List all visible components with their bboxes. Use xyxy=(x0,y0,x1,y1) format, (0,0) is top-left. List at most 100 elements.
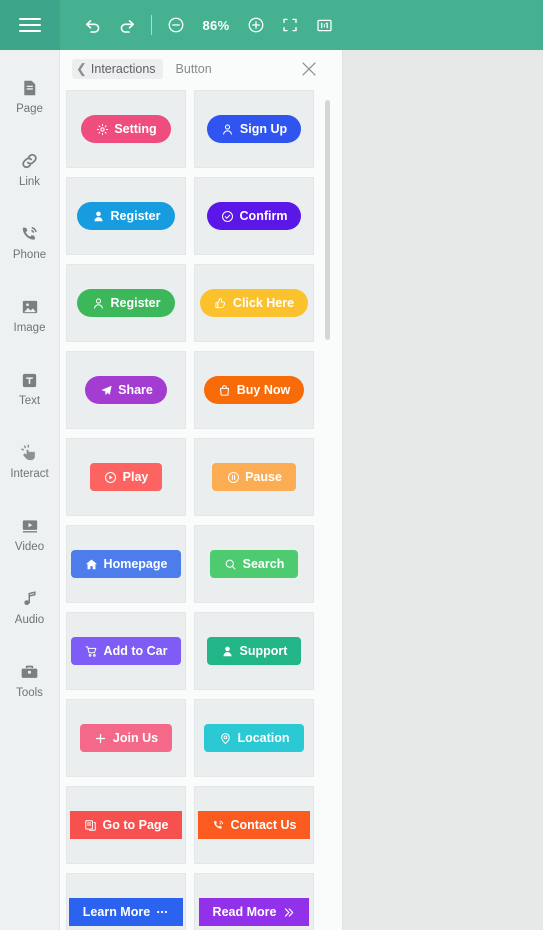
sidebar-item-link[interactable]: Link xyxy=(0,149,60,207)
button-preview-cell[interactable]: Confirm xyxy=(194,177,314,255)
left-sidebar: Page Link Phone Image Text Interact Vide… xyxy=(0,50,60,930)
button-preview-cell[interactable]: Homepage xyxy=(66,525,186,603)
demo-button-confirm[interactable]: Confirm xyxy=(206,202,302,230)
demo-button-click-here[interactable]: Click Here xyxy=(199,289,309,317)
button-preview-cell[interactable]: Join Us xyxy=(66,699,186,777)
demo-button-register[interactable]: Register xyxy=(77,289,175,317)
button-preview-cell[interactable]: Share xyxy=(66,351,186,429)
sidebar-item-video[interactable]: Video xyxy=(0,514,60,572)
link-icon xyxy=(19,149,40,173)
check-circle-icon xyxy=(221,209,235,223)
demo-button-setting[interactable]: Setting xyxy=(81,115,171,143)
button-preview-cell[interactable]: Sign Up xyxy=(194,90,314,168)
button-preview-cell[interactable]: Go to Page xyxy=(66,786,186,864)
undo-arrow-icon xyxy=(83,15,103,35)
user-outline-icon xyxy=(221,122,235,136)
user-outline-icon xyxy=(91,296,105,310)
sidebar-item-phone[interactable]: Phone xyxy=(0,222,60,280)
breadcrumb-back-label: Interactions xyxy=(90,62,156,76)
button-preview-cell[interactable]: Setting xyxy=(66,90,186,168)
button-preview-cell[interactable]: Play xyxy=(66,438,186,516)
demo-button-label: Location xyxy=(237,731,290,745)
demo-button-support[interactable]: Support xyxy=(206,637,302,665)
hamburger-menu-button[interactable] xyxy=(0,0,60,50)
copy-page-icon xyxy=(84,818,98,832)
demo-button-pause[interactable]: Pause xyxy=(212,463,296,491)
button-preview-cell[interactable]: Pause xyxy=(194,438,314,516)
sidebar-item-label: Tools xyxy=(16,687,43,699)
button-preview-cell[interactable]: Learn More xyxy=(66,873,186,930)
ellipsis-icon xyxy=(155,905,169,919)
demo-button-register[interactable]: Register xyxy=(77,202,175,230)
demo-button-label: Click Here xyxy=(232,296,295,310)
demo-button-sign-up[interactable]: Sign Up xyxy=(206,115,302,143)
demo-button-search[interactable]: Search xyxy=(209,550,299,578)
toolbar-actions: 86% xyxy=(60,0,341,50)
user-solid-icon xyxy=(91,209,105,223)
demo-button-homepage[interactable]: Homepage xyxy=(70,550,182,578)
sidebar-item-label: Phone xyxy=(12,249,47,261)
panel-header: ❮ Interactions Button xyxy=(60,50,342,88)
button-preview-cell[interactable]: Search xyxy=(194,525,314,603)
zoom-in-button[interactable] xyxy=(239,8,273,42)
demo-button-location[interactable]: Location xyxy=(204,724,304,752)
demo-button-label: Sign Up xyxy=(239,122,288,136)
button-preview-cell[interactable]: Location xyxy=(194,699,314,777)
demo-button-label: Play xyxy=(122,470,149,484)
demo-button-label: Share xyxy=(118,383,153,397)
toolbox-icon xyxy=(19,660,40,684)
map-pin-icon xyxy=(218,731,232,745)
zoom-out-button[interactable] xyxy=(159,8,193,42)
demo-button-label: Search xyxy=(242,557,285,571)
sidebar-item-page[interactable]: Page xyxy=(0,76,60,134)
demo-button-buy-now[interactable]: Buy Now xyxy=(203,376,305,404)
button-preview-cell[interactable]: Add to Car xyxy=(66,612,186,690)
hamburger-menu-icon xyxy=(19,14,41,36)
demo-button-label: Confirm xyxy=(239,209,288,223)
sidebar-item-label: Audio xyxy=(14,614,45,626)
sidebar-item-interact[interactable]: Interact xyxy=(0,441,60,499)
demo-button-label: Read More xyxy=(212,905,277,919)
demo-button-contact-us[interactable]: Contact Us xyxy=(197,811,311,839)
button-preview-cell[interactable]: Read More xyxy=(194,873,314,930)
editor-canvas[interactable] xyxy=(343,50,543,930)
demo-button-share[interactable]: Share xyxy=(85,376,167,404)
demo-button-label: Buy Now xyxy=(236,383,291,397)
sidebar-item-text[interactable]: Text xyxy=(0,368,60,426)
demo-button-label: Support xyxy=(239,644,288,658)
demo-button-label: Learn More xyxy=(82,905,151,919)
button-grid-scroll-area[interactable]: Setting Sign Up Register Confirm Register Cli… xyxy=(60,88,342,930)
actual-size-button[interactable] xyxy=(307,8,341,42)
redo-button[interactable] xyxy=(110,8,144,42)
sidebar-item-tools[interactable]: Tools xyxy=(0,660,60,718)
sidebar-item-label: Text xyxy=(18,395,41,407)
demo-button-join-us[interactable]: Join Us xyxy=(79,724,173,752)
breadcrumb-back-interactions[interactable]: ❮ Interactions xyxy=(72,59,163,79)
demo-button-label: Go to Page xyxy=(102,818,169,832)
button-preview-cell[interactable]: Register xyxy=(66,264,186,342)
demo-button-add-to-car[interactable]: Add to Car xyxy=(70,637,182,665)
send-arrow-icon xyxy=(99,383,113,397)
close-panel-button[interactable] xyxy=(298,58,320,80)
panel-scrollbar-thumb[interactable] xyxy=(325,100,330,340)
undo-button[interactable] xyxy=(76,8,110,42)
panel-scrollbar-track[interactable] xyxy=(325,96,336,922)
user-solid-icon xyxy=(221,644,235,658)
button-preview-cell[interactable]: Support xyxy=(194,612,314,690)
demo-button-read-more[interactable]: Read More xyxy=(198,898,310,926)
double-chevron-right-icon xyxy=(281,905,295,919)
button-preview-cell[interactable]: Register xyxy=(66,177,186,255)
sidebar-item-image[interactable]: Image xyxy=(0,295,60,353)
phone-ring-icon xyxy=(212,818,226,832)
image-icon xyxy=(20,295,40,319)
demo-button-learn-more[interactable]: Learn More xyxy=(68,898,184,926)
sidebar-item-audio[interactable]: Audio xyxy=(0,587,60,645)
fit-to-screen-button[interactable] xyxy=(273,8,307,42)
button-preview-cell[interactable]: Contact Us xyxy=(194,786,314,864)
close-x-icon xyxy=(298,62,320,84)
demo-button-go-to-page[interactable]: Go to Page xyxy=(69,811,183,839)
button-preview-cell[interactable]: Click Here xyxy=(194,264,314,342)
demo-button-play[interactable]: Play xyxy=(89,463,163,491)
top-toolbar: 86% xyxy=(0,0,543,50)
button-preview-cell[interactable]: Buy Now xyxy=(194,351,314,429)
